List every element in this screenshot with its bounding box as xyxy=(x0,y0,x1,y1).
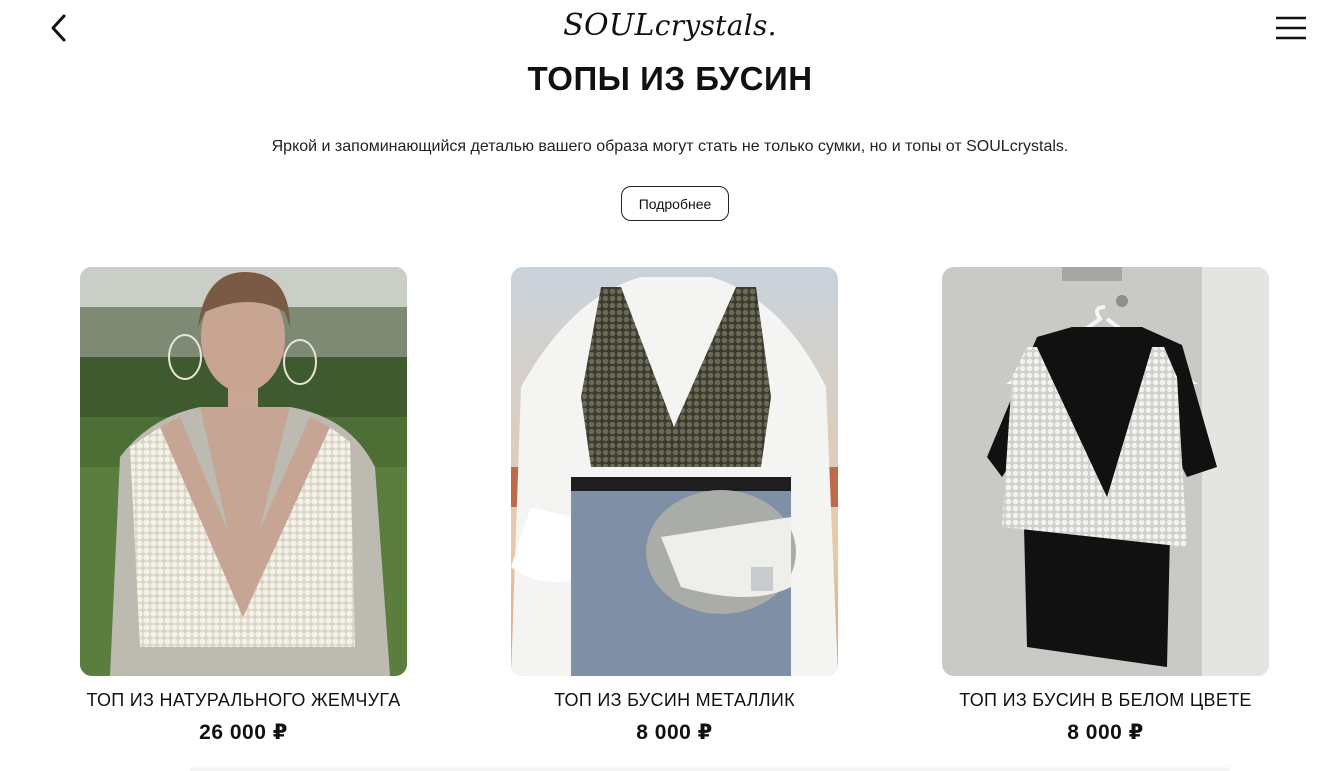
logo-main-text: SOUL xyxy=(563,8,655,43)
product-photo[interactable] xyxy=(942,267,1269,676)
bottom-fade xyxy=(190,765,1230,771)
more-button[interactable]: Подробнее xyxy=(621,186,729,221)
product-card[interactable]: ТОП ИЗ НАТУРАЛЬНОГО ЖЕМЧУГА 26 000 ₽ xyxy=(80,267,407,745)
section-intro: Яркой и запоминающийся деталью вашего об… xyxy=(271,138,1069,155)
menu-button[interactable] xyxy=(1272,10,1310,46)
product-card[interactable]: ТОП ИЗ БУСИН В БЕЛОМ ЦВЕТЕ 8 000 ₽ xyxy=(942,267,1269,745)
product-card[interactable]: ТОП ИЗ БУСИН МЕТАЛЛИК 8 000 ₽ xyxy=(511,267,838,745)
product-photo[interactable] xyxy=(511,267,838,676)
hamburger-menu-icon xyxy=(1276,16,1306,40)
product-price: 8 000 ₽ xyxy=(1067,721,1144,744)
product-photo[interactable] xyxy=(80,267,407,676)
product-price: 8 000 ₽ xyxy=(636,721,713,744)
page: SOULcrystals. ТОПЫ ИЗ БУСИН Яркой и запо… xyxy=(0,0,1340,771)
product-name[interactable]: ТОП ИЗ БУСИН В БЕЛОМ ЦВЕТЕ xyxy=(942,690,1269,711)
logo-tail-text: crystals. xyxy=(654,9,777,42)
product-name[interactable]: ТОП ИЗ БУСИН МЕТАЛЛИК xyxy=(511,690,838,711)
site-logo[interactable]: SOULcrystals. xyxy=(0,8,1340,43)
page-title: ТОПЫ ИЗ БУСИН xyxy=(527,60,813,97)
product-name[interactable]: ТОП ИЗ НАТУРАЛЬНОГО ЖЕМЧУГА xyxy=(80,690,407,711)
product-price: 26 000 ₽ xyxy=(199,721,288,744)
